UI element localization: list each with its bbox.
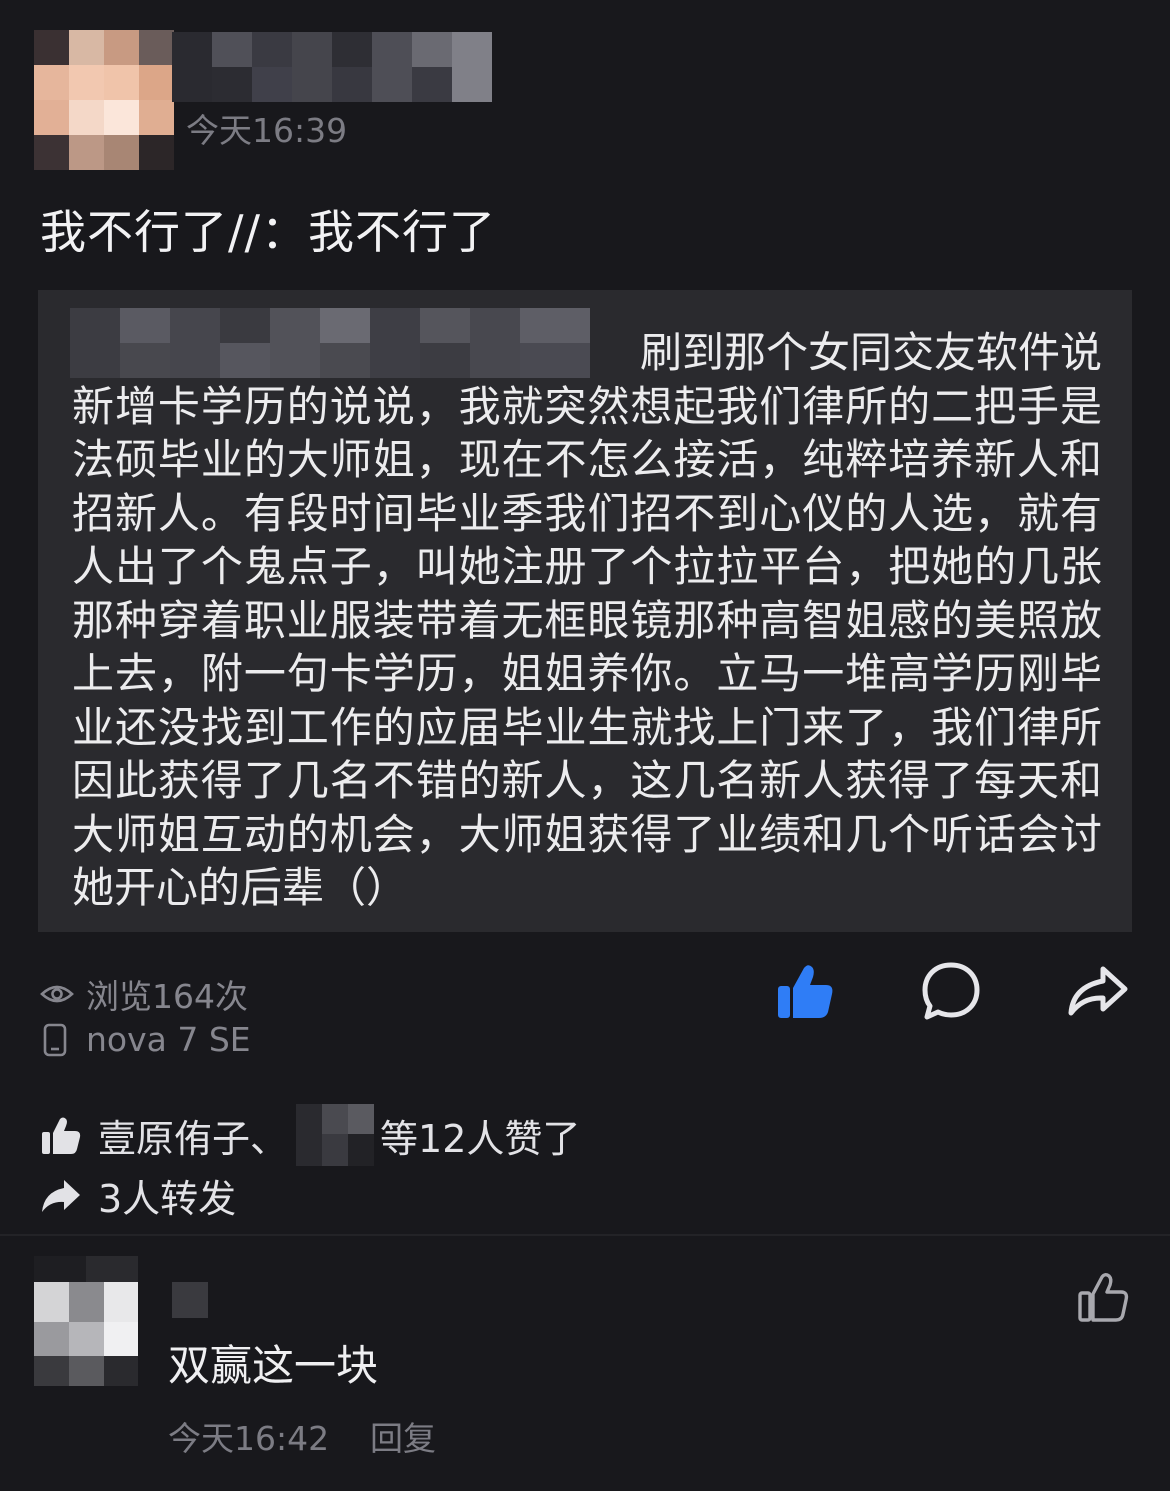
commenter-name-redacted[interactable] xyxy=(172,1282,208,1318)
post-text: 我不行了//：我不行了 xyxy=(40,205,496,259)
section-divider xyxy=(0,1234,1170,1236)
author-avatar[interactable] xyxy=(34,30,174,170)
commenter-avatar[interactable] xyxy=(34,1256,138,1386)
eye-icon xyxy=(40,982,74,1006)
shares-summary[interactable]: 3人转发 xyxy=(40,1168,236,1223)
author-name-redacted[interactable] xyxy=(172,32,492,102)
quoted-post-text: 刷到那个女同交友软件说新增卡学历的说说，我就突然想起我们律所的二把手是法硕毕业的… xyxy=(72,328,1103,912)
likes-summary[interactable]: 壹原侑子、 等12人赞了 xyxy=(40,1104,580,1166)
device-name: nova 7 SE xyxy=(86,1020,251,1059)
liker-name-redacted xyxy=(296,1104,375,1166)
like-button[interactable] xyxy=(770,956,840,1026)
likes-count-text: 等12人赞了 xyxy=(380,1116,581,1161)
comment-like-button[interactable] xyxy=(1070,1264,1136,1330)
reply-button[interactable]: 回复 xyxy=(370,1412,436,1460)
shares-count-text: 3人转发 xyxy=(98,1177,237,1221)
comment-bubble-icon xyxy=(922,962,980,1020)
share-arrow-icon xyxy=(1068,966,1128,1016)
thumbs-up-outline-icon xyxy=(1078,1273,1129,1322)
post-timestamp: 今天16:39 xyxy=(186,111,348,150)
phone-icon xyxy=(40,1023,74,1057)
liker-name: 壹原侑子、 xyxy=(98,1116,289,1161)
thumbs-up-icon xyxy=(40,1114,86,1156)
comment-text: 双赢这一块 xyxy=(168,1341,379,1390)
share-arrow-filled-icon xyxy=(40,1176,86,1216)
share-button[interactable] xyxy=(1062,956,1132,1026)
comment-button[interactable] xyxy=(916,956,986,1026)
comment-timestamp: 今天16:42 xyxy=(168,1419,330,1458)
device-info: nova 7 SE xyxy=(40,1020,251,1059)
view-count-text: 浏览164次 xyxy=(86,977,248,1016)
view-count: 浏览164次 xyxy=(40,970,248,1018)
thumbs-up-filled-icon xyxy=(778,965,833,1018)
